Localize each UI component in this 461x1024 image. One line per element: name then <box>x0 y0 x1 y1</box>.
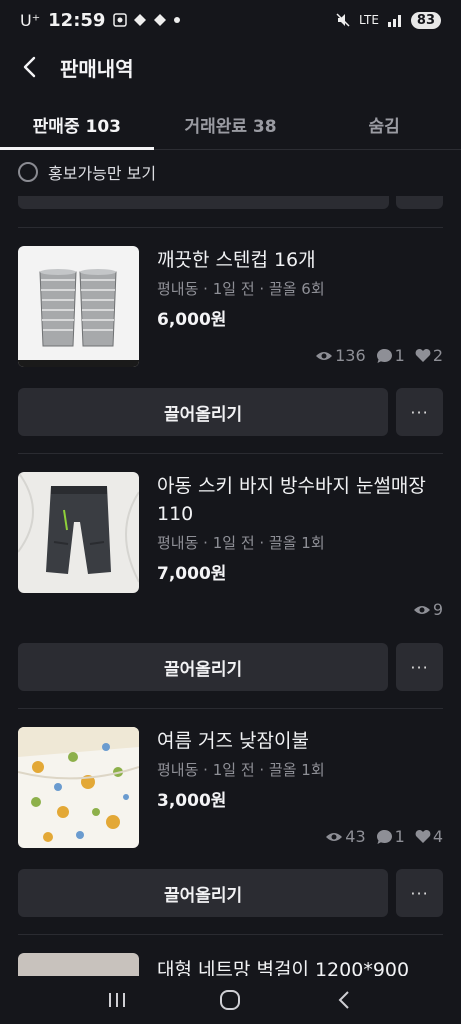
likes-count: 4 <box>432 827 443 846</box>
bump-button[interactable]: 끌어올리기 <box>18 643 389 691</box>
notification-icon <box>154 14 167 26</box>
notification-icon <box>134 14 147 26</box>
views-count: 43 <box>345 827 366 846</box>
previous-bump-button[interactable] <box>18 196 389 209</box>
item-stats: 9 <box>413 600 443 619</box>
item-thumbnail-cups[interactable] <box>18 246 139 367</box>
dot-icon <box>174 17 181 23</box>
more-options-button[interactable]: ··· <box>396 643 443 691</box>
item-stats: 43 1 4 <box>325 827 443 846</box>
previous-item-actions <box>18 196 443 210</box>
tab-hidden[interactable]: 숨김 <box>307 100 461 149</box>
item-meta: 평내동 · 1일 전 · 끌올 1회 <box>157 534 325 552</box>
tab-bar: 판매중 103 거래완료 38 숨김 <box>0 100 461 150</box>
heart-icon <box>415 349 431 362</box>
heart-icon <box>415 830 431 843</box>
likes-count: 2 <box>432 346 443 365</box>
tab-selling[interactable]: 판매중 103 <box>0 100 154 150</box>
views-count: 136 <box>335 346 366 365</box>
divider <box>18 227 443 228</box>
divider <box>18 453 443 454</box>
item-thumbnail-blanket[interactable] <box>18 727 139 848</box>
chat-icon <box>376 348 392 363</box>
item-price: 3,000원 <box>157 791 227 811</box>
item-actions: 끌어올리기 ··· <box>18 643 443 691</box>
item-actions: 끌어올리기 ··· <box>18 388 443 436</box>
tab-completed[interactable]: 거래완료 38 <box>154 100 308 149</box>
item-title[interactable]: 깨끗한 스텐컵 16개 <box>157 246 443 274</box>
views-count: 9 <box>432 600 443 619</box>
divider <box>18 934 443 935</box>
divider <box>18 708 443 709</box>
battery-indicator: 83 <box>410 11 441 29</box>
chevron-left-icon <box>23 56 36 78</box>
back-icon <box>338 991 349 1009</box>
carrier-label: U⁺ <box>20 10 41 30</box>
bump-button[interactable]: 끌어올리기 <box>18 869 389 917</box>
recent-apps-icon <box>108 993 125 1007</box>
back-button[interactable] <box>0 44 60 90</box>
item-meta: 평내동 · 1일 전 · 끌올 6회 <box>157 280 325 298</box>
status-time: 12:59 <box>48 9 106 31</box>
home-icon <box>220 990 241 1010</box>
filter-radio[interactable] <box>18 162 38 182</box>
eye-icon <box>326 832 343 841</box>
mute-icon <box>336 13 350 27</box>
item-meta: 평내동 · 1일 전 · 끌올 1회 <box>157 761 325 779</box>
item-stats: 136 1 2 <box>315 346 443 365</box>
bump-button[interactable]: 끌어올리기 <box>18 388 389 436</box>
item-actions: 끌어올리기 ··· <box>18 869 443 917</box>
item-price: 7,000원 <box>157 564 227 584</box>
previous-more-button[interactable] <box>396 196 443 209</box>
item-price: 6,000원 <box>157 310 227 330</box>
item-thumbnail-ski-pants[interactable] <box>18 472 139 593</box>
page-title: 판매내역 <box>60 56 134 81</box>
filter-label: 홍보가능만 보기 <box>48 164 157 183</box>
item-title[interactable]: 여름 거즈 낮잠이불 <box>157 727 443 755</box>
chat-icon <box>376 829 392 844</box>
item-title[interactable]: 아동 스키 바지 방수바지 눈썰매장 110 <box>157 472 443 528</box>
chats-count: 1 <box>394 827 405 846</box>
chats-count: 1 <box>394 346 405 365</box>
recent-apps-button[interactable] <box>97 980 137 1020</box>
eye-icon <box>413 605 430 614</box>
home-button[interactable] <box>210 980 250 1020</box>
network-label: LTE <box>358 13 379 27</box>
signal-icon <box>387 15 401 27</box>
eye-icon <box>316 351 333 360</box>
app-bar: 판매내역 <box>0 44 461 90</box>
screenshot-icon <box>113 13 128 27</box>
system-back-button[interactable] <box>324 980 364 1020</box>
more-options-button[interactable]: ··· <box>396 869 443 917</box>
system-nav-bar <box>0 976 461 1024</box>
more-options-button[interactable]: ··· <box>396 388 443 436</box>
promotable-filter[interactable]: 홍보가능만 보기 <box>18 160 156 184</box>
status-bar: U⁺ 12:59 LTE 83 <box>0 0 461 40</box>
